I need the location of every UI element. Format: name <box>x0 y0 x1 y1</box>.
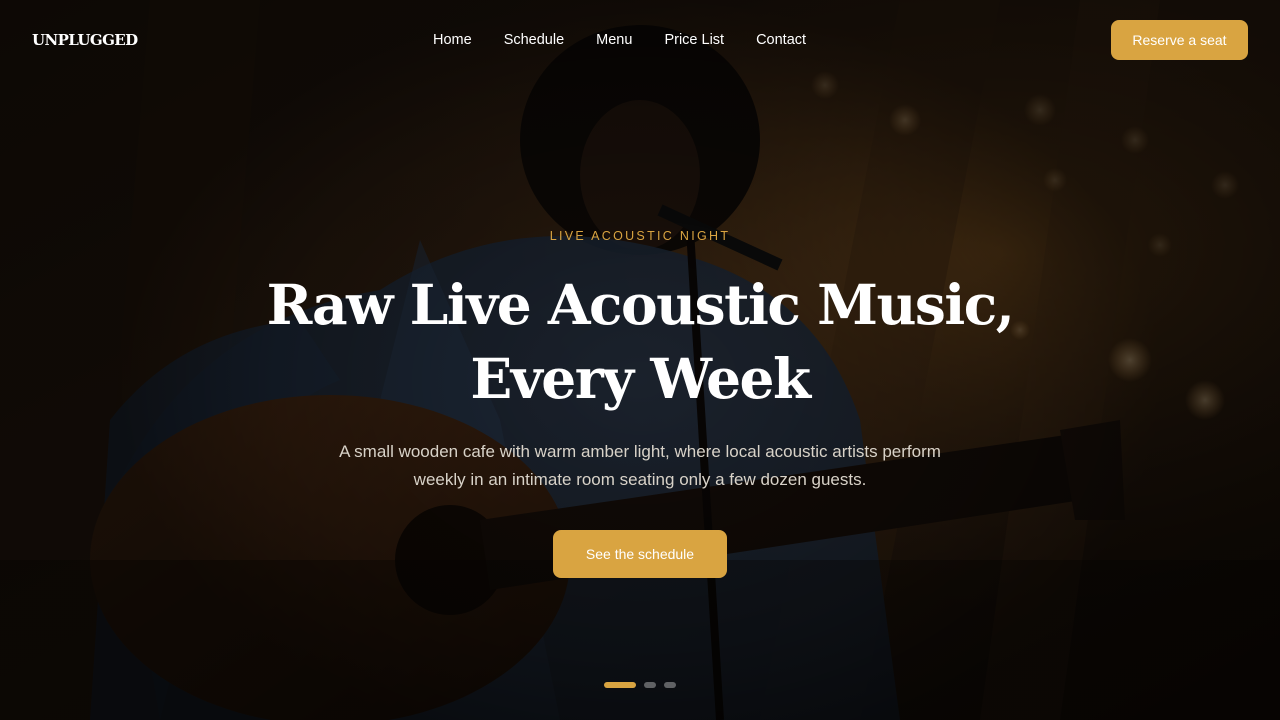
carousel-dot-2[interactable] <box>644 682 656 688</box>
nav-link-price-list[interactable]: Price List <box>664 29 724 51</box>
hero-description: A small wooden cafe with warm amber ligh… <box>339 442 941 489</box>
carousel-indicators <box>604 682 676 688</box>
nav-link-menu[interactable]: Menu <box>596 29 632 51</box>
carousel-dot-3[interactable] <box>664 682 676 688</box>
hero-headline: Raw Live Acoustic Music, Every Week <box>266 272 1015 411</box>
hero-section: UNPLUGGED Home Schedule Menu Price List … <box>0 0 1280 720</box>
brand-logo[interactable]: UNPLUGGED <box>32 29 138 51</box>
nav-link-schedule[interactable]: Schedule <box>504 29 564 51</box>
reserve-seat-button[interactable]: Reserve a seat <box>1111 20 1248 60</box>
nav-links: Home Schedule Menu Price List Contact <box>433 29 806 51</box>
nav-link-contact[interactable]: Contact <box>756 29 806 51</box>
see-schedule-button[interactable]: See the schedule <box>553 530 727 578</box>
nav-link-home[interactable]: Home <box>433 29 472 51</box>
top-navigation: UNPLUGGED Home Schedule Menu Price List … <box>0 0 1280 80</box>
carousel-dot-1[interactable] <box>604 682 636 688</box>
hero-eyebrow: LIVE ACOUSTIC NIGHT <box>549 229 731 243</box>
